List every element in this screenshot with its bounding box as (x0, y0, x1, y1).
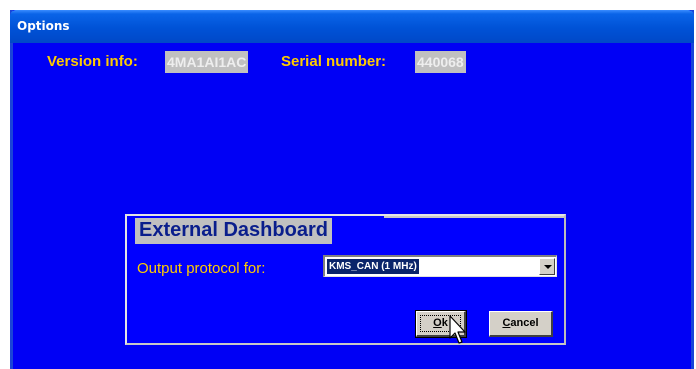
dropdown-arrow-icon[interactable] (539, 258, 555, 275)
external-dashboard-panel: External Dashboard Output protocol for: … (125, 214, 566, 345)
cancel-label-rest: ancel (510, 317, 539, 329)
options-window: Options Version info: 4MA1AI1AC Serial n… (10, 10, 694, 369)
output-protocol-select[interactable]: KMS_CAN (1 MHz) (323, 255, 557, 277)
version-info-value: 4MA1AI1AC (165, 51, 249, 73)
output-protocol-label: Output protocol for: (137, 260, 266, 277)
panel-frame-edge (384, 216, 564, 218)
mouse-cursor-icon (449, 315, 466, 344)
version-info-label: Version info: (47, 53, 138, 70)
serial-number-label: Serial number: (281, 53, 387, 70)
output-protocol-value: KMS_CAN (1 MHz) (327, 259, 419, 274)
window-title: Options (17, 19, 70, 33)
external-dashboard-title: External Dashboard (135, 218, 332, 244)
cancel-button[interactable]: Cancel (489, 311, 553, 337)
serial-number-value: 440068 (415, 51, 466, 73)
title-bar[interactable]: Options (10, 10, 694, 43)
